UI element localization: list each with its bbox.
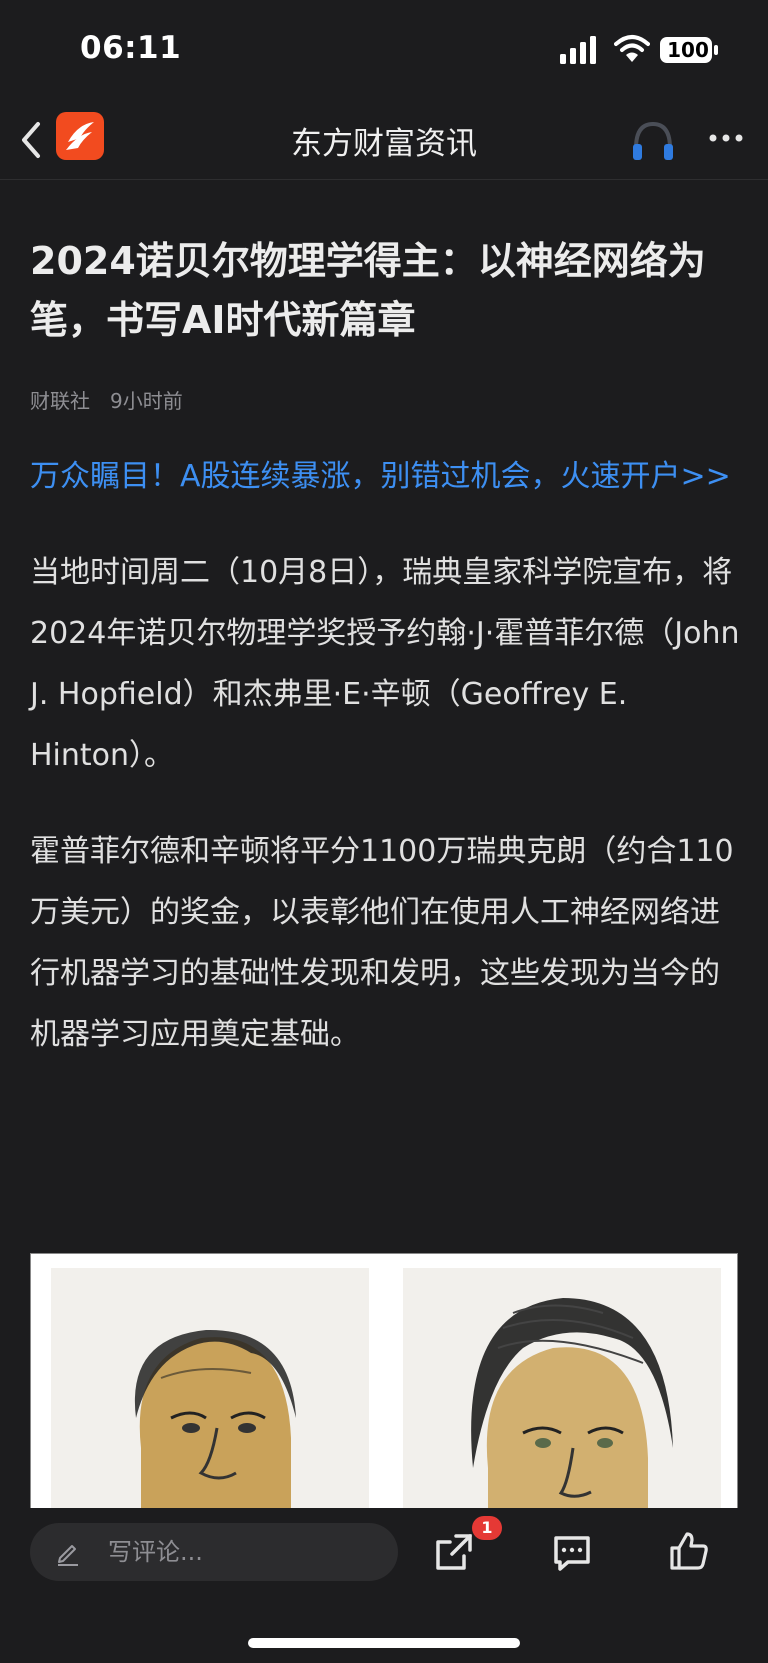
portrait-right <box>403 1268 721 1512</box>
share-badge: 1 <box>472 1516 502 1540</box>
signal-icon <box>560 36 596 64</box>
comment-placeholder: 写评论... <box>108 1538 203 1566</box>
article-paragraph: 当地时间周二（10月8日），瑞典皇家科学院宣布，将2024年诺贝尔物理学奖授予约… <box>30 555 740 773</box>
back-icon[interactable] <box>16 118 46 162</box>
nav-bar: 东方财富资讯 <box>0 100 768 180</box>
article-source[interactable]: 财联社 <box>30 389 90 413</box>
battery-level: 100 <box>667 38 709 62</box>
app-logo-mark <box>66 122 94 150</box>
share-icon[interactable] <box>434 1532 474 1572</box>
wifi-icon <box>614 35 650 62</box>
comment-icon[interactable] <box>552 1532 592 1572</box>
article-time: 9小时前 <box>110 389 183 413</box>
status-time: 06:11 <box>80 30 182 66</box>
article-paragraph: 霍普菲尔德和辛顿将平分1100万瑞典克朗（约合110万美元）的奖金，以表彰他们在… <box>30 834 734 1052</box>
more-icon[interactable] <box>708 126 744 150</box>
portrait-left <box>51 1268 369 1512</box>
headset-icon[interactable] <box>630 118 676 162</box>
article-title: 2024诺贝尔物理学得主：以神经网络为笔，书写AI时代新篇章 <box>30 239 706 342</box>
status-bar: 06:11 100 <box>0 0 768 100</box>
nav-title: 东方财富资讯 <box>291 126 477 162</box>
article: 2024诺贝尔物理学得主：以神经网络为笔，书写AI时代新篇章 财联社 9小时前 万… <box>30 180 740 1065</box>
like-icon[interactable] <box>668 1530 710 1572</box>
comment-input[interactable]: 写评论... <box>30 1523 398 1581</box>
article-image[interactable] <box>30 1253 738 1513</box>
article-meta: 财联社 9小时前 <box>30 386 740 416</box>
pen-icon <box>58 1545 78 1566</box>
promo-link[interactable]: 万众瞩目！A股连续暴涨，别错过机会，火速开户>> <box>30 446 740 507</box>
app-logo-icon[interactable] <box>56 112 104 160</box>
home-indicator <box>248 1638 520 1648</box>
bottom-action-bar: 写评论... 1 <box>0 1508 768 1663</box>
